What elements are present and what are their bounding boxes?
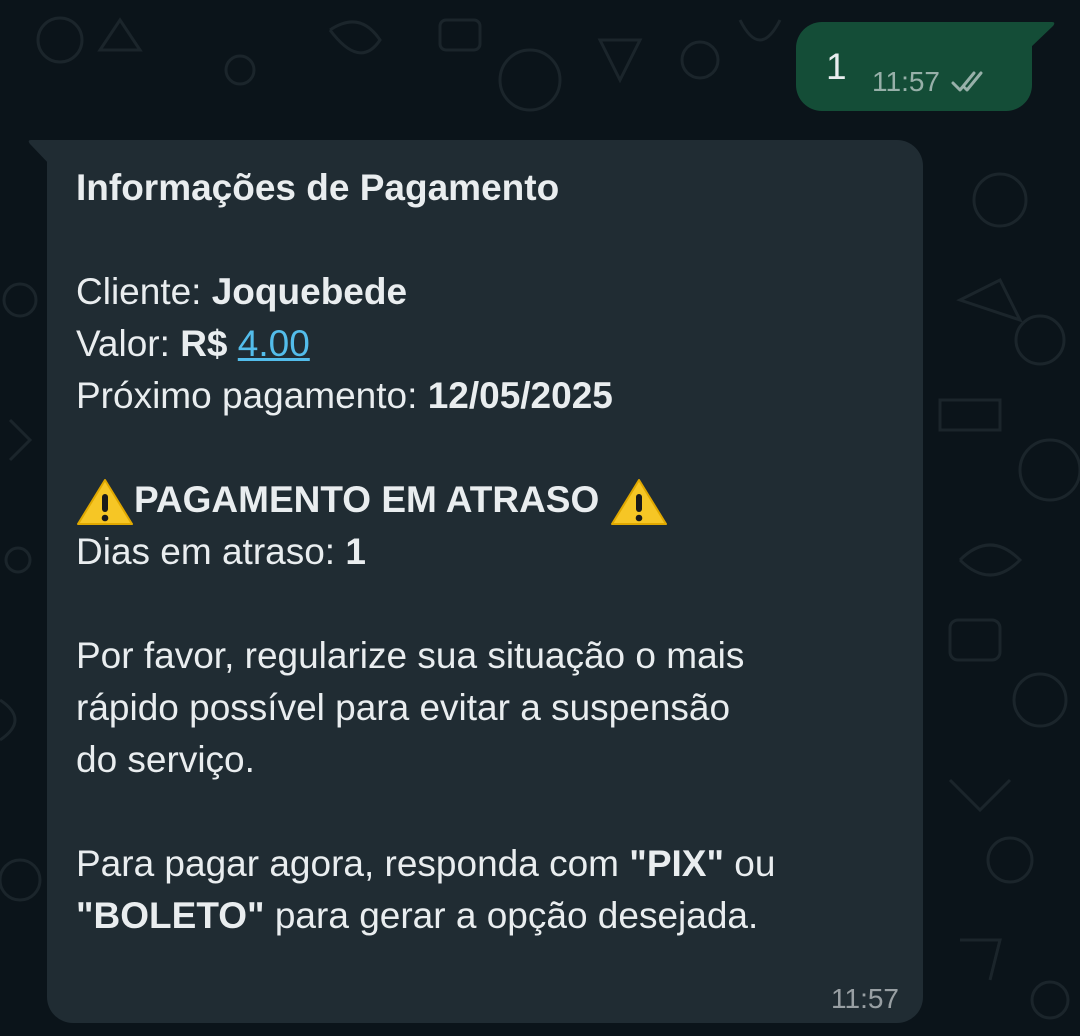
pay-option-boleto: "BOLETO" [76,895,265,936]
amount-line: Valor: R$ 4.00 [76,318,896,370]
overdue-days-value: 1 [345,531,366,572]
next-payment-label: Próximo pagamento: [76,375,428,416]
outgoing-message-text: 1 [826,46,847,87]
warning-icon [610,474,668,526]
pay-instruction-line-1: Para pagar agora, responda com "PIX" ou [76,838,896,890]
amount-label: Valor: [76,323,181,364]
notice-line-1: Por favor, regularize sua situação o mai… [76,635,745,676]
double-check-icon [951,71,983,92]
incoming-message-bubble[interactable]: Informações de Pagamento Cliente: Joqueb… [47,140,923,1023]
amount-link[interactable]: 4.00 [238,323,310,364]
payment-info-title: Informações de Pagamento [76,167,560,208]
outgoing-message-meta: 11:57 [872,66,990,98]
next-payment-line: Próximo pagamento: 12/05/2025 [76,370,896,422]
pay-prefix: Para pagar agora, responda com [76,843,630,884]
overdue-days-line: Dias em atraso: 1 [76,526,896,578]
warning-icon [76,474,134,526]
client-label: Cliente: [76,271,212,312]
notice-line-3: do serviço. [76,739,255,780]
overdue-title: PAGAMENTO EM ATRASO [134,479,600,520]
currency-symbol: R$ [180,323,238,364]
incoming-message-body: Informações de Pagamento Cliente: Joqueb… [76,162,896,942]
next-payment-date: 12/05/2025 [427,375,613,416]
client-line: Cliente: Joquebede [76,266,896,318]
outgoing-message-time: 11:57 [872,66,940,97]
pay-option-pix: "PIX" [629,843,725,884]
pay-line2-suffix: para gerar a opção desejada. [264,895,759,936]
pay-instruction-line-2: "BOLETO" para gerar a opção desejada. [76,890,896,942]
outgoing-message-bubble[interactable]: 1 11:57 [796,22,1032,111]
outgoing-bubble-tail [1030,22,1055,48]
incoming-message-time: 11:57 [831,983,899,1014]
overdue-days-label: Dias em atraso: [76,531,346,572]
notice-line-2: rápido possível para evitar a suspensão [76,687,731,728]
pay-line1-suffix: ou [724,843,776,884]
overdue-header: PAGAMENTO EM ATRASO [76,474,896,526]
client-name: Joquebede [211,271,408,312]
